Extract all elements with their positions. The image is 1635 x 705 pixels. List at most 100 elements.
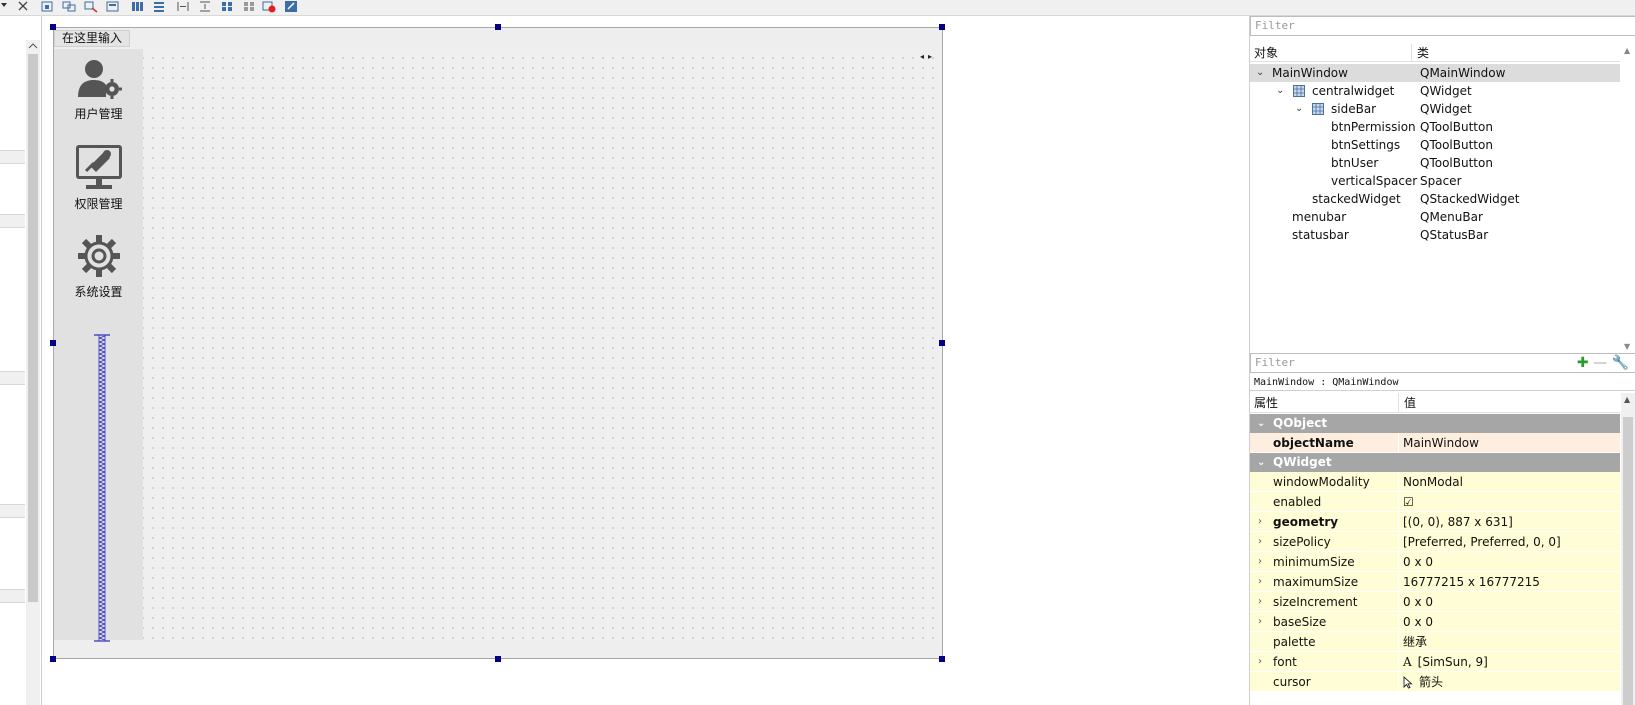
property-value-container[interactable]: A [SimSun, 9] [1400,652,1620,671]
prop-sizeincrement[interactable]: › sizeIncrement 0 x 0 [1250,592,1620,612]
menu-type-here[interactable]: 在这里输入 [54,30,131,47]
resize-handle[interactable] [939,24,945,30]
property-value[interactable]: [Preferred, Preferred, 0, 0] [1400,532,1620,551]
widget-category-header[interactable] [0,589,25,603]
widget-category-header[interactable] [0,214,25,228]
object-row-verticalspacer[interactable]: verticalSpacer Spacer [1250,172,1620,190]
chevron-down-icon[interactable]: ⌄ [1295,100,1303,118]
section-qobject[interactable]: ⌄ QObject [1250,414,1620,433]
object-row-stackedwidget[interactable]: stackedWidget QStackedWidget [1250,190,1620,208]
widget-category-header[interactable] [0,371,25,385]
scroll-down-icon[interactable]: ▼ [1624,342,1630,351]
layout-splitter-horizontal-icon[interactable] [176,0,190,13]
property-value[interactable]: [(0, 0), 887 x 631] [1400,512,1620,531]
chevron-right-icon[interactable]: › [1250,612,1270,631]
object-row-statusbar[interactable]: statusbar QStatusBar [1250,226,1620,244]
resize-handle[interactable] [50,340,56,346]
main-window-form[interactable]: 在这里输入 ◂▸ 用户管理 权限管理 系统设置 [50,24,945,662]
btn-permission[interactable]: 权限管理 [54,143,143,212]
layout-form-icon[interactable] [242,0,256,13]
adjust-size-icon[interactable] [284,0,298,13]
chevron-right-icon[interactable]: › [1250,652,1270,671]
chevron-down-icon[interactable]: ⌄ [1257,453,1265,472]
break-layout-icon[interactable] [262,0,276,13]
chevron-down-icon[interactable]: ⌄ [1256,64,1264,82]
object-row-menubar[interactable]: menubar QMenuBar [1250,208,1620,226]
property-value[interactable]: 0 x 0 [1400,612,1620,631]
object-row-centralwidget[interactable]: ⌄ centralwidget QWidget [1250,82,1620,100]
property-editor-scrollbar[interactable]: ▲ [1621,393,1635,705]
resize-handle[interactable] [495,656,501,662]
close-icon[interactable] [16,0,30,13]
chevron-down-icon[interactable]: ⌄ [1257,414,1265,433]
object-filter-input[interactable]: Filter [1250,16,1635,36]
widget-category-header[interactable] [0,504,25,518]
chevron-right-icon[interactable]: › [1250,512,1270,531]
btn-settings[interactable]: 系统设置 [54,233,143,300]
widget-category-header[interactable] [0,150,25,164]
chevron-right-icon[interactable]: › [1250,572,1270,591]
prop-palette[interactable]: palette 继承 [1250,632,1620,652]
scrollbar-thumb[interactable] [1623,417,1633,705]
property-column-header[interactable]: 属性 [1250,393,1399,413]
chevron-right-icon[interactable]: › [1250,552,1270,571]
chevron-right-icon[interactable]: › [1250,592,1270,611]
btn-user[interactable]: 用户管理 [54,57,143,122]
prop-minimumsize[interactable]: › minimumSize 0 x 0 [1250,552,1620,572]
property-value[interactable]: 16777215 x 16777215 [1400,572,1620,591]
object-row-mainwindow[interactable]: ⌄ MainWindow QMainWindow [1250,64,1620,82]
resize-handle[interactable] [939,340,945,346]
resize-handle[interactable] [50,24,56,30]
edit-widgets-icon[interactable] [40,0,54,13]
prop-maximumsize[interactable]: › maximumSize 16777215 x 16777215 [1250,572,1620,592]
prop-objectname[interactable]: objectName MainWindow [1250,433,1620,453]
edit-buddies-icon[interactable] [84,0,98,13]
prop-enabled[interactable]: enabled ☑ [1250,492,1620,512]
layout-vertical-icon[interactable] [152,0,166,13]
resize-handle[interactable] [495,24,501,30]
layout-splitter-vertical-icon[interactable] [198,0,212,13]
property-value-container[interactable]: 箭头 [1400,672,1620,691]
enabled-checkbox[interactable]: ☑ [1400,492,1620,511]
scroll-up-icon[interactable]: ▲ [1624,46,1630,55]
object-row-btnpermission[interactable]: btnPermission QToolButton [1250,118,1620,136]
configure-wrench-icon[interactable]: 🔧 [1612,355,1629,371]
prop-cursor[interactable]: cursor 箭头 [1250,672,1620,692]
property-value[interactable]: 0 x 0 [1400,592,1620,611]
object-row-sidebar[interactable]: ⌄ sideBar QWidget [1250,100,1620,118]
prop-geometry[interactable]: › geometry [(0, 0), 887 x 631] [1250,512,1620,532]
prop-font[interactable]: › font A [SimSun, 9] [1250,652,1620,672]
layout-grid-icon[interactable] [220,0,234,13]
scroll-up-icon[interactable]: ▲ [1624,395,1630,404]
prop-basesize[interactable]: › baseSize 0 x 0 [1250,612,1620,632]
chevron-right-icon[interactable]: › [1250,532,1270,551]
dropdown-arrow-icon[interactable] [0,0,14,13]
add-property-icon[interactable]: ✚ [1577,355,1589,371]
widget-box-scrollbar[interactable] [26,40,40,705]
edit-signals-icon[interactable] [62,0,76,13]
remove-property-icon[interactable]: — [1593,355,1607,371]
object-row-btnsettings[interactable]: btnSettings QToolButton [1250,136,1620,154]
scroll-up-icon[interactable] [28,42,38,50]
resize-handle[interactable] [939,656,945,662]
class-column-header[interactable]: 类 [1413,44,1429,62]
object-column-header[interactable]: 对象 [1250,44,1412,62]
chevron-down-icon[interactable]: ⌄ [1276,82,1284,100]
property-value[interactable]: NonModal [1400,472,1620,491]
page-switch-arrows[interactable]: ◂▸ [920,52,936,61]
resize-handle[interactable] [50,656,56,662]
object-row-btnuser[interactable]: btnUser QToolButton [1250,154,1620,172]
prop-windowmodality[interactable]: windowModality NonModal [1250,472,1620,492]
vertical-spacer[interactable] [94,334,110,642]
scrollbar-thumb[interactable] [28,54,38,602]
section-qwidget[interactable]: ⌄ QWidget [1250,453,1620,472]
layout-horizontal-icon[interactable] [130,0,144,13]
stacked-widget-grid[interactable] [54,49,942,640]
property-value[interactable]: 继承 [1400,632,1620,651]
object-inspector-scrollbar[interactable]: ▲ ▼ [1621,44,1635,353]
edit-tab-order-icon[interactable] [106,0,120,13]
property-value[interactable]: MainWindow [1400,433,1620,452]
prop-sizepolicy[interactable]: › sizePolicy [Preferred, Preferred, 0, 0… [1250,532,1620,552]
property-value[interactable]: 0 x 0 [1400,552,1620,571]
value-column-header[interactable]: 值 [1400,393,1416,413]
